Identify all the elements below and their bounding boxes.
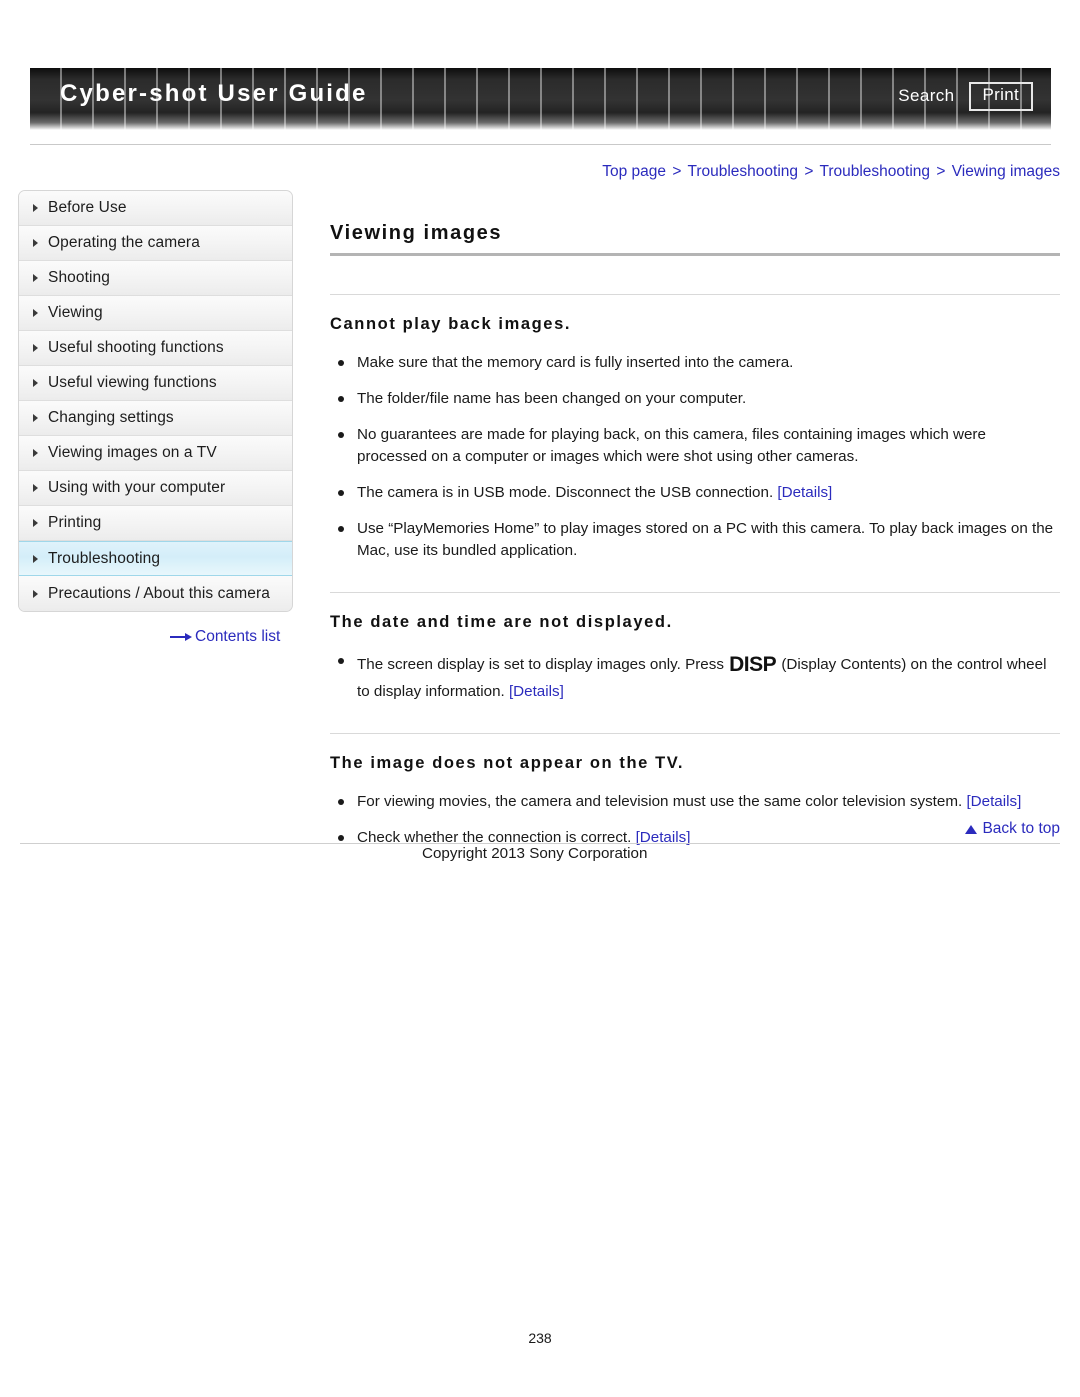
triangle-bullet-icon bbox=[33, 204, 38, 212]
header-divider bbox=[30, 144, 1051, 145]
back-to-top-link[interactable]: Back to top bbox=[965, 820, 1060, 838]
triangle-bullet-icon bbox=[33, 519, 38, 527]
sidebar-item-label: Operating the camera bbox=[48, 234, 200, 251]
sidebar-item-shooting[interactable]: Shooting bbox=[19, 261, 292, 296]
breadcrumb-item-top-page[interactable]: Top page bbox=[602, 163, 666, 180]
details-link[interactable]: [Details] bbox=[509, 683, 564, 700]
section-divider bbox=[330, 592, 1060, 594]
list-item-text: Use “PlayMemories Home” to play images s… bbox=[357, 520, 1054, 560]
page-header: Cyber-shot User Guide Search Print bbox=[0, 0, 1080, 148]
sidebar-item-label: Viewing images on a TV bbox=[48, 444, 217, 461]
sidebar-item-label: Viewing bbox=[48, 304, 103, 321]
section-heading: The date and time are not displayed. bbox=[330, 613, 673, 632]
sidebar-item-label: Precautions / About this camera bbox=[48, 584, 270, 602]
list-item-text: For viewing movies, the camera and telev… bbox=[357, 792, 967, 810]
triangle-bullet-icon bbox=[33, 414, 38, 422]
sidebar-item-label: Shooting bbox=[48, 269, 110, 286]
print-button[interactable]: Print bbox=[968, 82, 1033, 111]
triangle-bullet-icon bbox=[33, 589, 38, 598]
disp-button-icon: DISP bbox=[729, 653, 777, 677]
triangle-bullet-icon bbox=[33, 449, 38, 457]
page-title: Viewing images bbox=[330, 222, 503, 244]
header-actions: Search Print bbox=[898, 82, 1033, 111]
list-item-text: The screen display is set to display ima… bbox=[357, 656, 729, 674]
sidebar-item-viewing-images-on-a-tv[interactable]: Viewing images on a TV bbox=[19, 436, 292, 471]
header-banner: Cyber-shot User Guide Search Print bbox=[30, 68, 1051, 130]
details-link[interactable]: [Details] bbox=[777, 484, 832, 501]
sidebar-item-label: Troubleshooting bbox=[48, 549, 161, 567]
section-cannot-play-back-images: Cannot play back images. Make sure that … bbox=[330, 294, 1060, 562]
copyright-text: Copyright 2013 Sony Corporation bbox=[422, 845, 648, 862]
sidebar-item-useful-shooting-functions[interactable]: Useful shooting functions bbox=[19, 331, 292, 366]
sidebar-item-label: Printing bbox=[48, 514, 102, 531]
page-number: 238 bbox=[528, 1330, 552, 1346]
triangle-bullet-icon bbox=[33, 554, 38, 563]
search-link[interactable]: Search bbox=[898, 86, 954, 106]
triangle-bullet-icon bbox=[33, 379, 38, 387]
sidebar-item-useful-viewing-functions[interactable]: Useful viewing functions bbox=[19, 366, 292, 401]
breadcrumb-item-troubleshooting-2[interactable]: Troubleshooting bbox=[819, 163, 930, 180]
list-item-text: Make sure that the memory card is fully … bbox=[357, 354, 794, 371]
section-heading: Cannot play back images. bbox=[330, 315, 572, 333]
breadcrumb-item-viewing-images[interactable]: Viewing images bbox=[952, 163, 1060, 180]
sidebar-item-viewing[interactable]: Viewing bbox=[19, 296, 292, 331]
breadcrumb-separator: > bbox=[672, 163, 682, 180]
bullet-list: The screen display is set to display ima… bbox=[330, 650, 1060, 702]
sidebar-item-using-with-your-computer[interactable]: Using with your computer bbox=[19, 471, 292, 506]
contents-list-label: Contents list bbox=[195, 628, 281, 645]
list-item: Make sure that the memory card is fully … bbox=[330, 352, 1060, 374]
sidebar-nav: Before Use Operating the camera Shooting… bbox=[18, 190, 293, 612]
sidebar-item-troubleshooting[interactable]: Troubleshooting bbox=[19, 541, 292, 576]
triangle-bullet-icon bbox=[33, 239, 38, 247]
section-image-does-not-appear-on-tv: The image does not appear on the TV. For… bbox=[330, 732, 1060, 849]
section-divider bbox=[330, 732, 1060, 734]
sidebar-item-before-use[interactable]: Before Use bbox=[19, 191, 292, 226]
title-divider bbox=[330, 253, 1060, 256]
list-item: The folder/file name has been changed on… bbox=[330, 388, 1060, 410]
list-item-text: The folder/file name has been changed on… bbox=[357, 390, 747, 408]
sidebar-item-printing[interactable]: Printing bbox=[19, 506, 292, 541]
bullet-list: For viewing movies, the camera and telev… bbox=[330, 791, 1060, 849]
arrow-right-icon bbox=[170, 632, 192, 642]
sidebar-item-changing-settings[interactable]: Changing settings bbox=[19, 401, 292, 436]
sidebar-item-label: Changing settings bbox=[48, 409, 174, 426]
details-link[interactable]: [Details] bbox=[966, 793, 1021, 810]
contents-list-link[interactable]: Contents list bbox=[170, 628, 280, 646]
list-item-text: The camera is in USB mode. Disconnect th… bbox=[357, 484, 778, 502]
sidebar-item-label: Useful viewing functions bbox=[48, 374, 217, 391]
triangle-bullet-icon bbox=[33, 484, 38, 492]
bullet-list: Make sure that the memory card is fully … bbox=[330, 352, 1060, 562]
triangle-bullet-icon bbox=[33, 274, 38, 282]
list-item-text: No guarantees are made for playing back,… bbox=[357, 426, 986, 466]
triangle-bullet-icon bbox=[33, 309, 38, 317]
breadcrumb-separator: > bbox=[804, 163, 814, 180]
list-item: For viewing movies, the camera and telev… bbox=[330, 791, 1060, 813]
sidebar-item-label: Useful shooting functions bbox=[48, 339, 224, 356]
app-title: Cyber-shot User Guide bbox=[60, 80, 368, 107]
section-date-and-time-not-displayed: The date and time are not displayed. The… bbox=[330, 592, 1060, 702]
sidebar-item-label: Before Use bbox=[48, 199, 127, 216]
sidebar-item-precautions-about-this-camera[interactable]: Precautions / About this camera bbox=[19, 576, 292, 611]
footer-divider bbox=[20, 843, 1060, 844]
section-divider bbox=[330, 294, 1060, 295]
list-item: The screen display is set to display ima… bbox=[330, 650, 1060, 702]
sidebar-item-operating-the-camera[interactable]: Operating the camera bbox=[19, 226, 292, 261]
triangle-up-icon bbox=[965, 824, 978, 834]
main-content: Viewing images Cannot play back images. … bbox=[330, 222, 1060, 879]
section-heading: The image does not appear on the TV. bbox=[330, 753, 685, 772]
triangle-bullet-icon bbox=[33, 344, 38, 352]
back-to-top-label: Back to top bbox=[982, 820, 1060, 837]
list-item: Use “PlayMemories Home” to play images s… bbox=[330, 518, 1060, 562]
list-item: The camera is in USB mode. Disconnect th… bbox=[330, 482, 1060, 504]
sidebar-item-label: Using with your computer bbox=[48, 479, 226, 496]
breadcrumb-separator: > bbox=[936, 163, 946, 180]
breadcrumb-item-troubleshooting[interactable]: Troubleshooting bbox=[687, 163, 798, 180]
list-item: No guarantees are made for playing back,… bbox=[330, 424, 1060, 468]
breadcrumb: Top page > Troubleshooting > Troubleshoo… bbox=[602, 163, 1060, 181]
